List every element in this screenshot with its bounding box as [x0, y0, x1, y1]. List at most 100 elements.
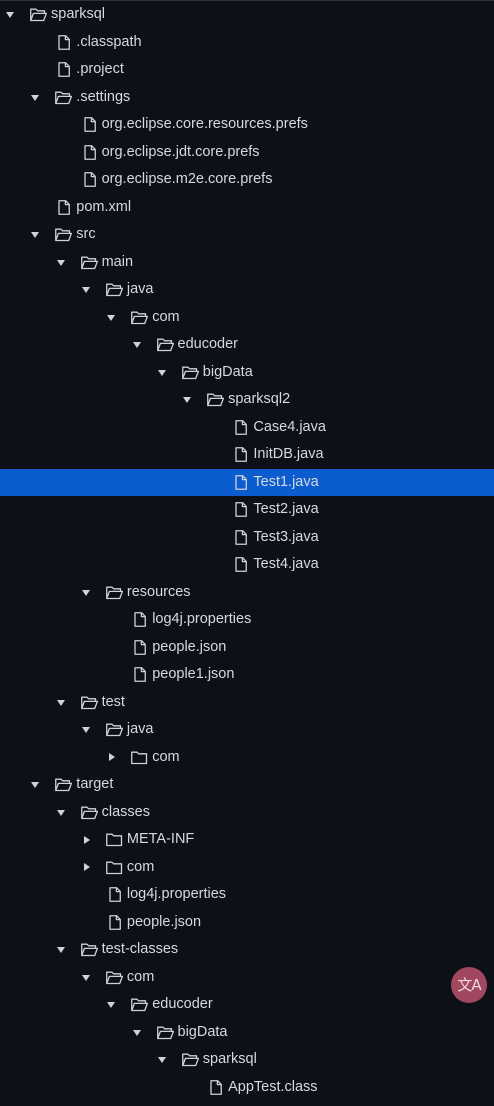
tree-folder-java[interactable]: java — [0, 716, 494, 744]
folder-open-icon — [181, 365, 199, 380]
tree-item-label: people.json — [152, 638, 227, 655]
tree-file-case4-java[interactable]: Case4.java — [0, 414, 494, 442]
folder-icon — [105, 832, 123, 847]
tree-file-org-eclipse-core-resources-prefs[interactable]: org.eclipse.core.resources.prefs — [0, 111, 494, 139]
tree-file-people-json[interactable]: people.json — [0, 909, 494, 937]
chevron-down-icon[interactable] — [80, 276, 94, 304]
chevron-right-icon[interactable] — [105, 744, 119, 772]
tree-folder-main[interactable]: main — [0, 249, 494, 277]
file-icon — [109, 887, 126, 902]
tree-item-label: java — [126, 281, 154, 297]
tree-item-label: sparksql — [51, 6, 105, 22]
chevron-right-icon[interactable] — [80, 854, 94, 882]
chevron-down-icon[interactable] — [156, 359, 170, 387]
chevron-down-icon[interactable] — [55, 249, 69, 277]
tree-file-people1-json[interactable]: people1.json — [0, 661, 494, 689]
chevron-down-icon[interactable] — [105, 991, 119, 1019]
folder-open-icon — [207, 392, 225, 407]
chevron-down-icon[interactable] — [105, 304, 119, 332]
chevron-down-icon[interactable] — [80, 964, 94, 992]
folder-open-icon — [30, 7, 47, 22]
tree-file-org-eclipse-jdt-core-prefs[interactable]: org.eclipse.jdt.core.prefs — [0, 139, 494, 167]
folder-open-icon — [80, 255, 98, 270]
tree-file-log4j-properties[interactable]: log4j.properties — [0, 606, 494, 634]
folder-open-icon — [156, 337, 174, 352]
tree-item-label: org.eclipse.jdt.core.prefs — [101, 143, 260, 160]
file-icon — [210, 1079, 227, 1095]
tree-folder-target[interactable]: target — [0, 771, 494, 799]
translate-icon[interactable]: 文A — [451, 967, 487, 1003]
tree-item-label: com — [126, 858, 155, 875]
file-icon — [235, 502, 252, 517]
tree-file-test3-java[interactable]: Test3.java — [0, 524, 494, 552]
tree-file-test2-java[interactable]: Test2.java — [0, 496, 494, 524]
tree-folder-java[interactable]: java — [0, 276, 494, 304]
file-icon — [58, 62, 75, 77]
chevron-down-icon[interactable] — [80, 716, 94, 744]
tree-item-label: com — [152, 308, 180, 325]
tree-folder-educoder[interactable]: educoder — [0, 331, 494, 359]
folder-open-icon — [55, 90, 73, 105]
tree-folder-meta-inf[interactable]: META-INF — [0, 826, 494, 854]
tree-item-label: sparksql2 — [228, 391, 291, 407]
tree-folder-classes[interactable]: classes — [0, 799, 494, 827]
tree-folder-test[interactable]: test — [0, 689, 494, 717]
tree-file-people-json[interactable]: people.json — [0, 634, 494, 662]
file-icon — [134, 667, 151, 682]
chevron-down-icon[interactable] — [55, 936, 69, 964]
tree-folder-settings[interactable]: .settings — [0, 84, 494, 112]
chevron-down-icon[interactable] — [29, 221, 43, 249]
tree-folder-com[interactable]: com — [0, 304, 494, 332]
chevron-down-icon[interactable] — [29, 84, 43, 112]
tree-file-test1-java[interactable]: Test1.java — [0, 468, 494, 496]
chevron-down-icon[interactable] — [156, 1046, 170, 1074]
tree-file-classpath[interactable]: .classpath — [0, 29, 494, 57]
chevron-down-icon[interactable] — [181, 386, 195, 414]
folder-open-icon — [105, 585, 123, 600]
tree-folder-educoder[interactable]: educoder — [0, 991, 494, 1019]
chevron-down-icon[interactable] — [131, 1019, 145, 1047]
tree-folder-bigdata[interactable]: bigData — [0, 1019, 494, 1047]
tree-file-project[interactable]: .project — [0, 56, 494, 84]
tree-folder-sparksql2[interactable]: sparksql2 — [0, 386, 494, 414]
tree-folder-src[interactable]: src — [0, 221, 494, 249]
tree-item-label: InitDB.java — [253, 446, 324, 462]
folder-open-icon — [80, 942, 98, 957]
tree-folder-com[interactable]: com — [0, 744, 494, 772]
tree-item-label: com — [152, 748, 180, 765]
tree-item-label: educoder — [152, 996, 213, 1012]
tree-folder-resources[interactable]: resources — [0, 579, 494, 607]
chevron-down-icon[interactable] — [4, 1, 18, 29]
chevron-down-icon[interactable] — [29, 771, 43, 799]
tree-file-test4-java[interactable]: Test4.java — [0, 551, 494, 579]
chevron-down-icon[interactable] — [55, 689, 69, 717]
tree-folder-sparksql[interactable]: sparksql — [0, 1046, 494, 1074]
chevron-right-icon[interactable] — [80, 826, 94, 854]
chevron-down-icon[interactable] — [131, 331, 145, 359]
file-icon — [83, 172, 101, 187]
tree-folder-com[interactable]: com — [0, 854, 494, 882]
tree-folder-test-classes[interactable]: test-classes — [0, 936, 494, 964]
tree-file-initdb-java[interactable]: InitDB.java — [0, 441, 494, 469]
tree-item-label: main — [101, 253, 134, 270]
tree-item-label: log4j.properties — [152, 611, 252, 627]
chevron-down-icon[interactable] — [55, 799, 69, 827]
tree-file-pom-xml[interactable]: pom.xml — [0, 194, 494, 222]
tree-item-label: test-classes — [101, 941, 179, 957]
tree-file-apptest-class[interactable]: AppTest.class — [0, 1074, 494, 1102]
folder-open-icon — [105, 282, 123, 297]
tree-item-label: bigData — [202, 363, 253, 380]
chevron-down-icon[interactable] — [80, 579, 94, 607]
folder-open-icon — [131, 310, 149, 325]
tree-file-org-eclipse-m2e-core-prefs[interactable]: org.eclipse.m2e.core.prefs — [0, 166, 494, 194]
tree-file-log4j-properties[interactable]: log4j.properties — [0, 881, 494, 909]
file-icon — [58, 199, 75, 215]
tree-item-label: Test2.java — [253, 501, 319, 517]
tree-item-label: org.eclipse.core.resources.prefs — [101, 116, 308, 132]
tree-folder-com[interactable]: com — [0, 964, 494, 992]
tree-folder-bigdata[interactable]: bigData — [0, 359, 494, 387]
tree-item-label: .project — [76, 61, 124, 77]
tree-folder-sparksql[interactable]: sparksql — [0, 1, 494, 29]
folder-open-icon — [181, 1052, 199, 1067]
file-icon — [134, 639, 151, 655]
